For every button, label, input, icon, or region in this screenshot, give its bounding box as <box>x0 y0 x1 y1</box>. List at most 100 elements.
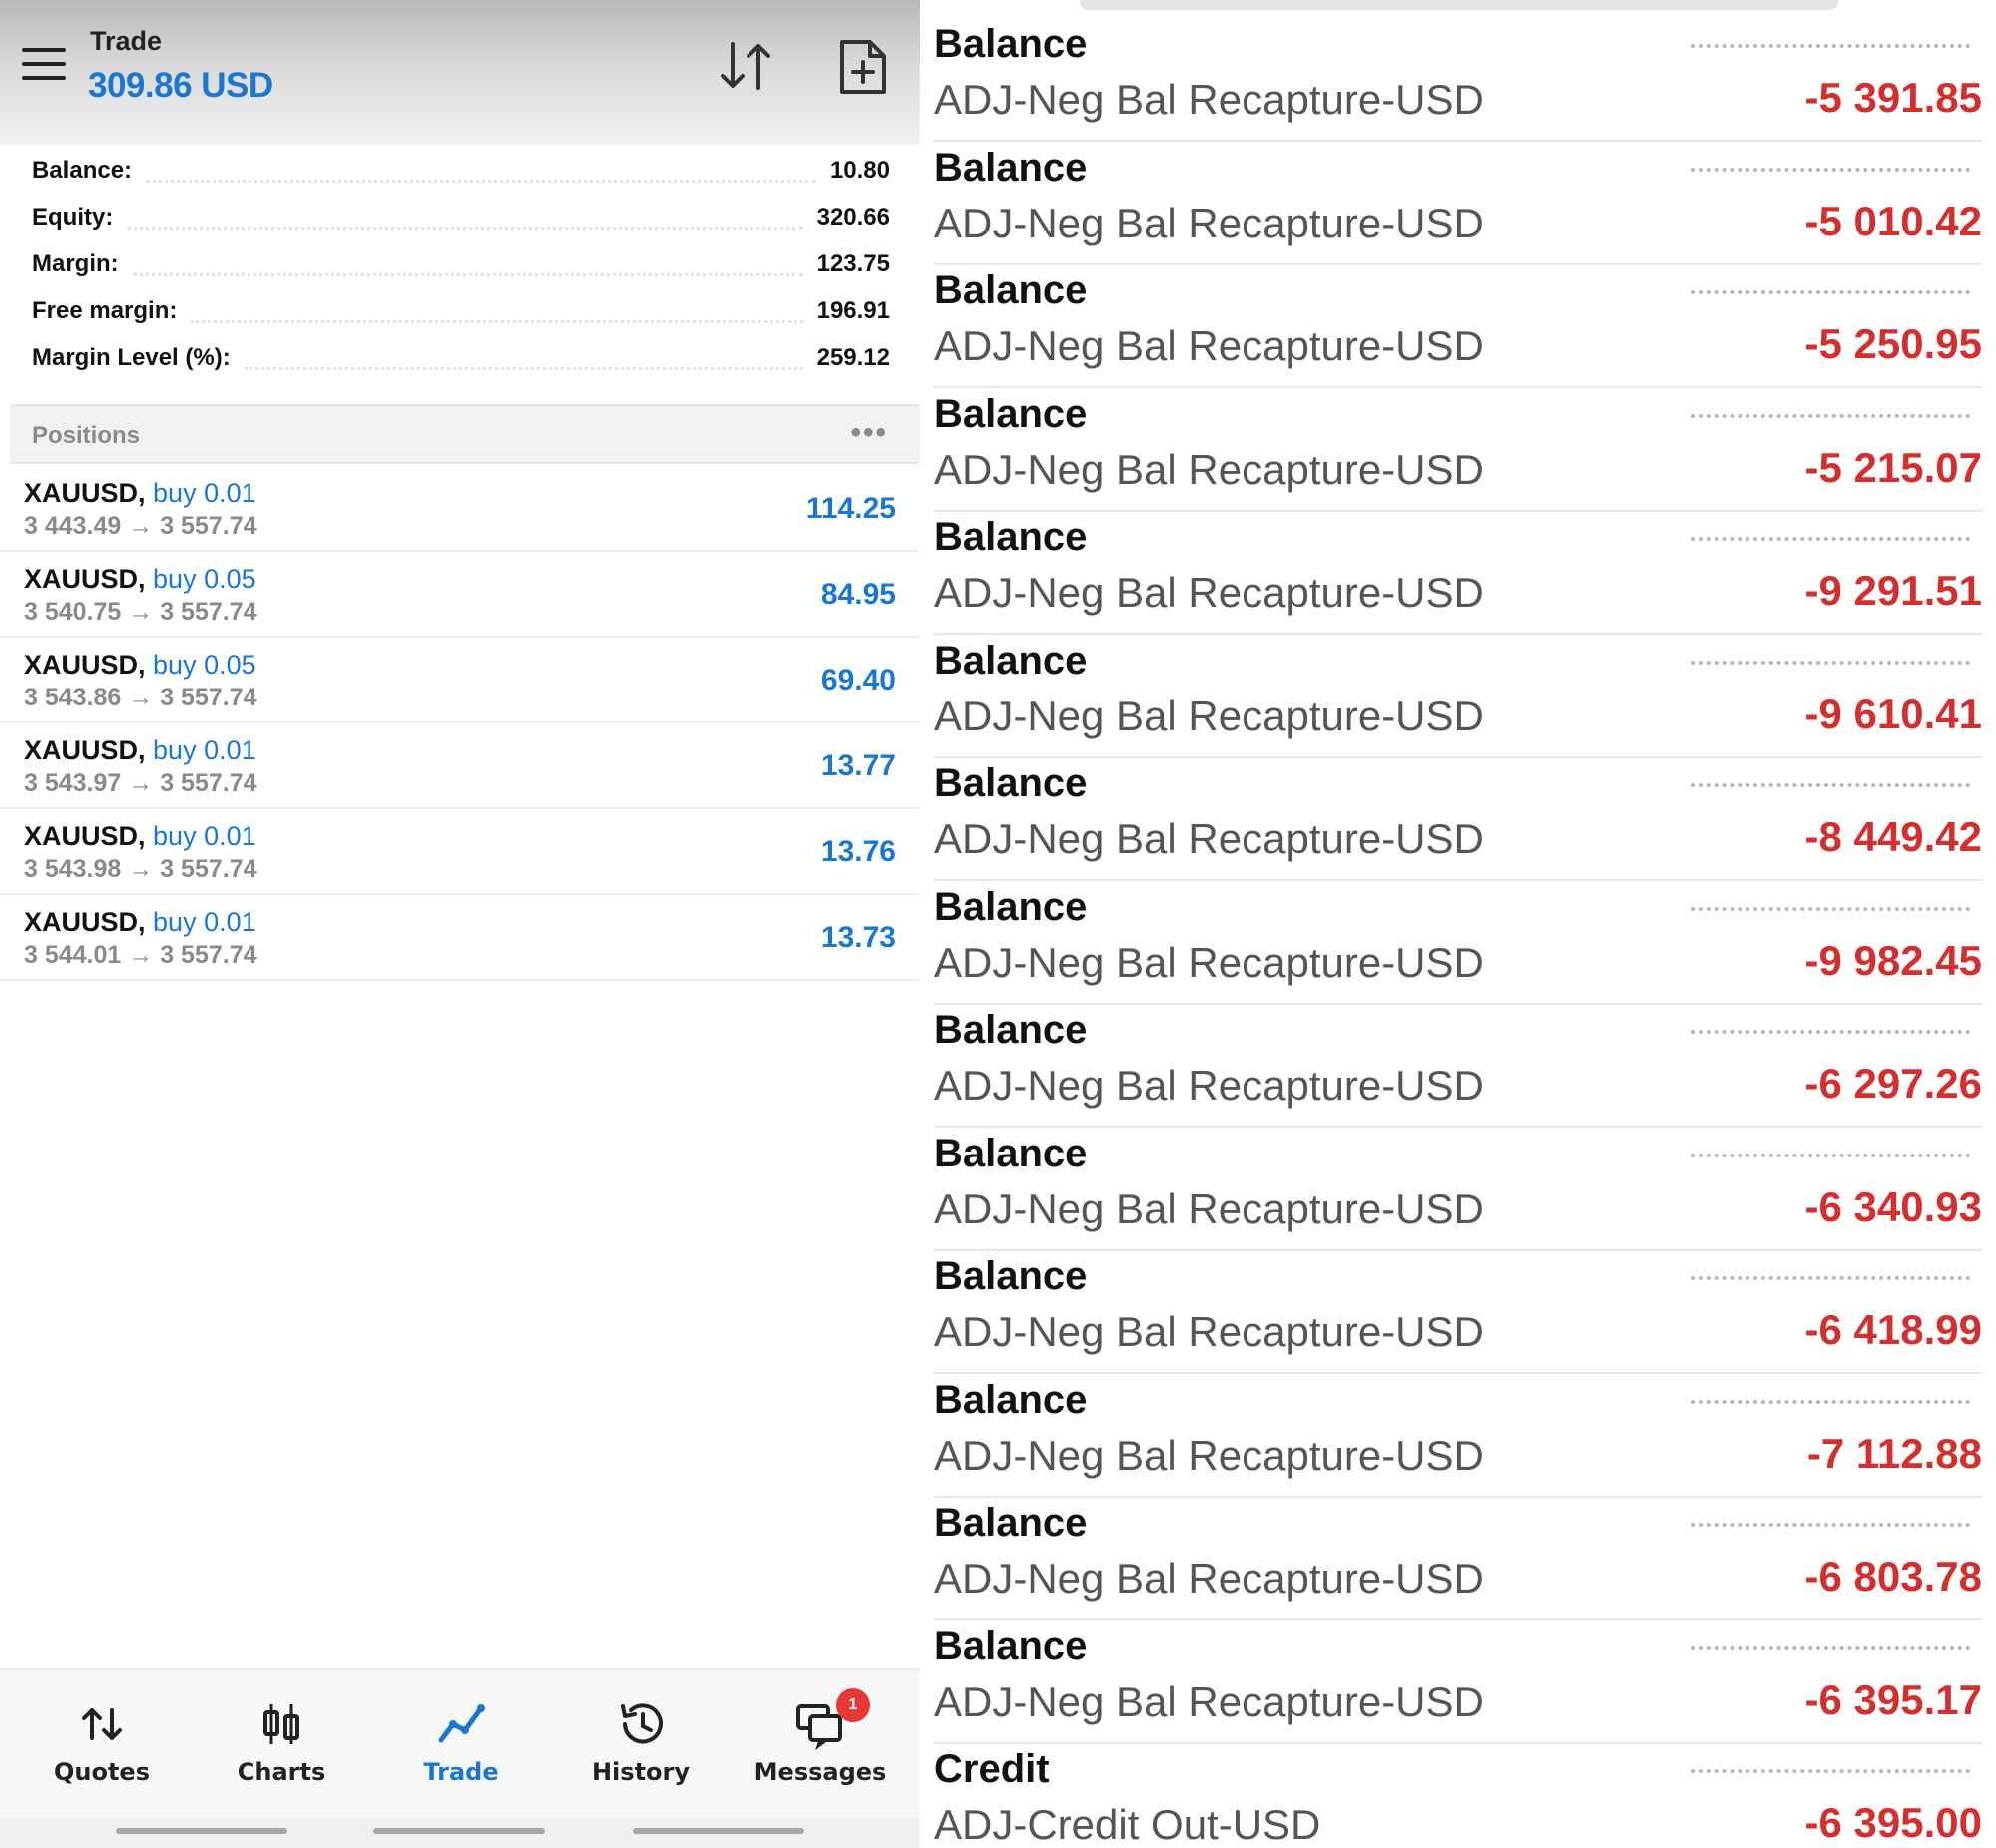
nav-quotes[interactable]: Quotes <box>22 1698 182 1798</box>
history-row[interactable]: Balance ADJ-Neg Bal Recapture-USD -5 215.0… <box>934 388 1982 512</box>
history-type: Balance <box>934 1254 1088 1298</box>
history-type: Credit <box>934 1747 1050 1791</box>
history-date-blurred <box>1691 657 1970 665</box>
menu-icon[interactable] <box>22 48 66 82</box>
history-date-blurred <box>1691 903 1970 911</box>
history-type: Balance <box>934 515 1088 559</box>
position-symbol: XAUUSD, <box>24 821 146 851</box>
history-comment: ADJ-Neg Bal Recapture-USD <box>934 938 1484 986</box>
position-row[interactable]: XAUUSD, buy 0.01 3 543.97 → 3 557.74 13.… <box>0 723 920 809</box>
history-row[interactable]: Balance ADJ-Neg Bal Recapture-USD -7 112.8… <box>934 1374 1982 1498</box>
history-type: Balance <box>934 884 1088 929</box>
summary-value: 123.75 <box>816 250 890 277</box>
nav-trade[interactable]: Trade <box>381 1698 541 1798</box>
history-row[interactable]: Balance ADJ-Neg Bal Recapture-USD -6 395.1… <box>934 1620 1982 1744</box>
history-date-blurred <box>1691 286 1970 294</box>
history-screen: Balance ADJ-Neg Bal Recapture-USD -5 391.8… <box>920 0 1996 1848</box>
history-type: Balance <box>934 1131 1088 1175</box>
position-profit: 13.76 <box>820 835 896 868</box>
history-comment: ADJ-Neg Bal Recapture-USD <box>934 692 1484 739</box>
new-order-icon[interactable] <box>834 38 890 96</box>
summary-label: Margin Level (%): <box>32 344 231 371</box>
position-prices: 3 543.98 → 3 557.74 <box>24 855 257 883</box>
summary-label: Equity: <box>32 204 114 231</box>
history-date-blurred <box>1691 1396 1970 1404</box>
history-date-blurred <box>1691 1519 1970 1527</box>
positions-section-header: Positions ••• <box>10 404 920 464</box>
history-comment: ADJ-Neg Bal Recapture-USD <box>934 815 1484 862</box>
nav-charts[interactable]: Charts <box>202 1698 361 1798</box>
history-row[interactable]: Balance ADJ-Neg Bal Recapture-USD -6 418.9… <box>934 1250 1982 1374</box>
history-row[interactable]: Balance ADJ-Neg Bal Recapture-USD -5 250.9… <box>934 264 1982 388</box>
history-amount: -6 418.99 <box>1804 1306 1982 1353</box>
positions-label: Positions <box>32 422 141 449</box>
history-comment: ADJ-Neg Bal Recapture-USD <box>934 322 1484 369</box>
position-row[interactable]: XAUUSD, buy 0.01 3 543.98 → 3 557.74 13.… <box>0 809 920 895</box>
history-row[interactable]: Balance ADJ-Neg Bal Recapture-USD -6 297.2… <box>934 1004 1982 1128</box>
history-type: Balance <box>934 1008 1088 1052</box>
history-row[interactable]: Balance ADJ-Neg Bal Recapture-USD -8 449.4… <box>934 757 1982 881</box>
nav-label: Quotes <box>53 1758 150 1786</box>
history-type: Balance <box>934 145 1088 190</box>
history-type: Balance <box>934 268 1088 312</box>
summary-row-free-margin: Free margin: 196.91 <box>32 291 890 331</box>
history-comment: ADJ-Credit Out-USD <box>934 1801 1321 1848</box>
history-comment: ADJ-Neg Bal Recapture-USD <box>934 1431 1484 1479</box>
history-amount: -8 449.42 <box>1804 813 1982 860</box>
history-date-blurred <box>1691 1026 1970 1034</box>
charts-icon <box>263 1704 299 1744</box>
account-equity-header: 309.86 USD <box>88 66 273 105</box>
history-type: Balance <box>934 1377 1088 1422</box>
history-date-blurred <box>1691 410 1970 418</box>
history-date-blurred <box>1691 779 1970 787</box>
position-symbol: XAUUSD, <box>24 735 146 765</box>
history-amount: -6 340.93 <box>1804 1182 1982 1230</box>
history-amount: -9 610.41 <box>1804 690 1982 737</box>
position-row[interactable]: XAUUSD, buy 0.01 3 544.01 → 3 557.74 13.… <box>0 895 920 981</box>
position-prices: 3 540.75 → 3 557.74 <box>24 598 257 626</box>
history-row[interactable]: Balance ADJ-Neg Bal Recapture-USD -9 982.4… <box>934 881 1982 1005</box>
position-profit: 84.95 <box>820 578 896 611</box>
history-amount: -5 215.07 <box>1804 443 1982 491</box>
history-row[interactable]: Balance ADJ-Neg Bal Recapture-USD -5 391.8… <box>934 18 1982 142</box>
summary-label: Balance: <box>32 157 133 184</box>
history-row[interactable]: Balance ADJ-Neg Bal Recapture-USD -5 010.4… <box>934 142 1982 265</box>
position-direction: buy 0.01 <box>153 821 256 851</box>
more-options-icon[interactable]: ••• <box>850 416 888 450</box>
quotes-icon <box>82 1708 122 1740</box>
nav-history[interactable]: History <box>561 1698 721 1798</box>
history-comment: ADJ-Neg Bal Recapture-USD <box>934 76 1484 123</box>
position-prices: 3 443.49 → 3 557.74 <box>24 512 257 540</box>
history-row[interactable]: Balance ADJ-Neg Bal Recapture-USD -6 803.7… <box>934 1497 1982 1620</box>
position-symbol: XAUUSD, <box>24 564 146 594</box>
history-amount: -6 395.17 <box>1804 1675 1982 1723</box>
history-amount: -6 395.00 <box>1804 1799 1982 1846</box>
history-row[interactable]: Balance ADJ-Neg Bal Recapture-USD -9 610.4… <box>934 635 1982 758</box>
history-row[interactable]: Balance ADJ-Neg Bal Recapture-USD -9 291.5… <box>934 511 1982 635</box>
history-date-blurred <box>1691 1150 1970 1157</box>
nav-messages[interactable]: 1 Messages <box>741 1688 900 1798</box>
top-tab-bar <box>1080 0 1838 10</box>
history-date-blurred <box>1691 1642 1970 1650</box>
position-row[interactable]: XAUUSD, buy 0.05 3 543.86 → 3 557.74 69.… <box>0 638 920 723</box>
history-date-blurred <box>1691 1765 1970 1773</box>
history-comment: ADJ-Neg Bal Recapture-USD <box>934 1184 1484 1232</box>
history-date-blurred <box>1691 533 1970 541</box>
history-amount: -6 803.78 <box>1804 1553 1982 1600</box>
history-amount: -5 250.95 <box>1804 320 1982 367</box>
position-row[interactable]: XAUUSD, buy 0.05 3 540.75 → 3 557.74 84.… <box>0 552 920 638</box>
history-type: Balance <box>934 761 1088 805</box>
system-home-bar <box>0 1818 920 1848</box>
history-row[interactable]: Balance ADJ-Neg Bal Recapture-USD -6 340.9… <box>934 1128 1982 1251</box>
summary-value: 259.12 <box>816 344 890 371</box>
history-icon <box>621 1703 663 1744</box>
summary-label: Free margin: <box>32 297 178 324</box>
position-direction: buy 0.05 <box>153 564 256 594</box>
history-row[interactable]: Credit ADJ-Credit Out-USD -6 395.00 <box>934 1743 1982 1848</box>
position-row[interactable]: XAUUSD, buy 0.01 3 443.49 → 3 557.74 114… <box>0 466 920 552</box>
position-profit: 114.25 <box>805 492 896 525</box>
position-profit: 13.73 <box>820 921 896 954</box>
nav-label: History <box>591 1758 691 1786</box>
history-amount: -5 010.42 <box>1804 197 1982 244</box>
sort-icon[interactable] <box>717 38 776 94</box>
